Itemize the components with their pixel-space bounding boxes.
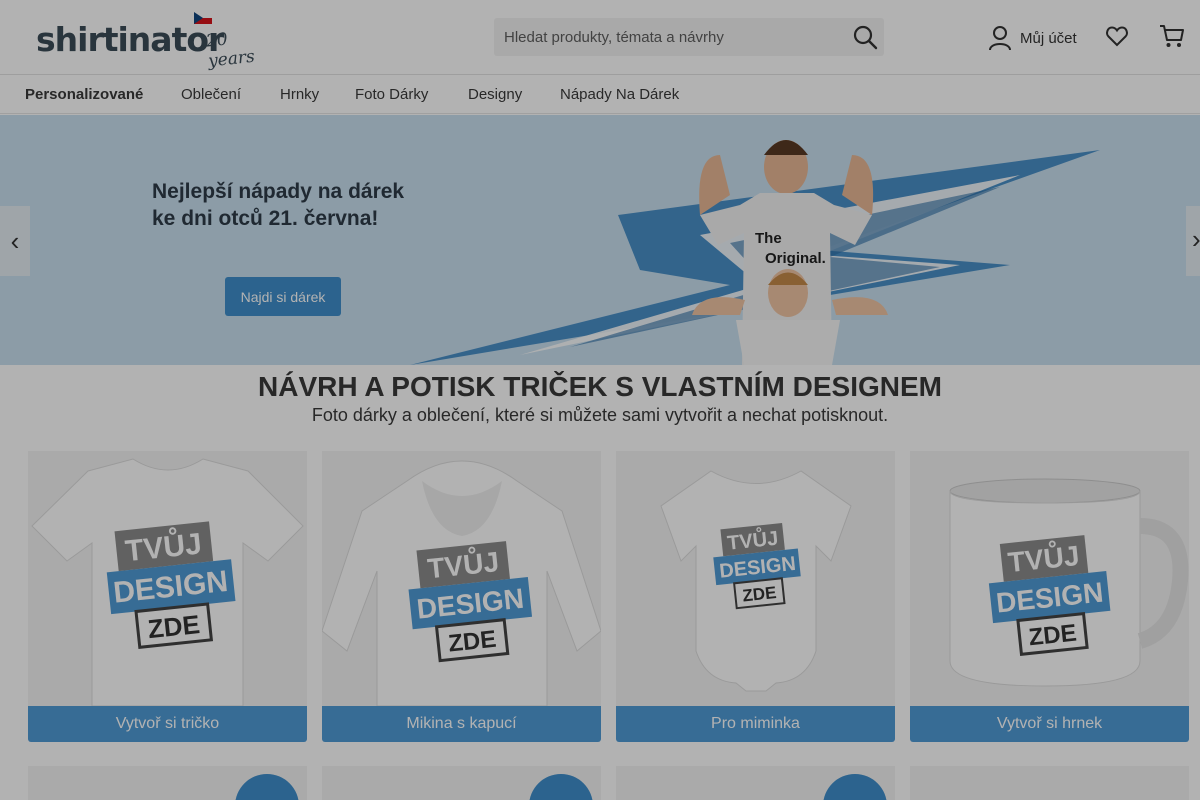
modal-backdrop[interactable] bbox=[0, 0, 1200, 800]
